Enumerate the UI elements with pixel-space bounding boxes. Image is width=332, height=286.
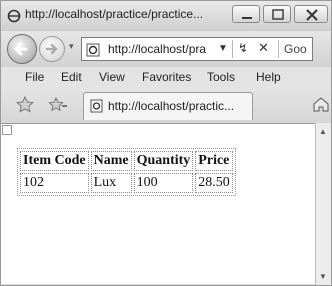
forward-button[interactable] [39,36,65,62]
title-bar: http://localhost/practice/practice... [1,1,331,31]
maximize-button[interactable] [263,5,291,23]
column-header: Name [90,151,132,171]
close-button[interactable] [294,5,328,23]
browser-window: http://localhost/practice/practice... ▾ … [0,0,332,286]
ie-page-icon [86,43,102,62]
menu-bar: File Edit View Favorites Tools Help [1,67,331,87]
menu-favorites[interactable]: Favorites [142,70,191,84]
tab-current-page[interactable]: http://localhost/practic... [83,92,253,120]
divider [278,40,279,58]
table-header-row: Item Code Name Quantity Price [20,151,233,171]
tab-title: http://localhost/practic... [108,99,235,113]
url-input[interactable]: http://localhost/pra [108,42,216,56]
page-content: Item Code Name Quantity Price 102 Lux 10… [1,123,315,284]
cell-item-code: 102 [20,173,89,193]
add-favorites-icon[interactable] [47,96,69,119]
column-header: Quantity [133,151,194,171]
scroll-up-arrow-icon[interactable]: ▲ [319,127,327,136]
menu-edit[interactable]: Edit [61,70,82,84]
window-title: http://localhost/practice/practice... [25,7,204,21]
navigation-bar: ▾ http://localhost/pra ▼ ↯ ✕ Goo [1,31,331,67]
menu-file[interactable]: File [25,70,44,84]
minimize-icon [242,17,252,19]
back-button[interactable] [7,34,37,64]
refresh-icon[interactable]: ↯ [238,41,248,55]
recent-pages-dropdown[interactable]: ▾ [69,41,74,52]
close-icon [306,9,318,21]
home-icon[interactable] [312,95,330,118]
ie-page-icon [7,9,21,23]
favorites-star-icon[interactable] [15,95,35,120]
stop-icon[interactable]: ✕ [258,40,269,56]
divider [232,40,233,58]
column-header: Item Code [20,151,89,171]
scroll-down-arrow-icon[interactable]: ▼ [319,272,327,281]
minimize-button[interactable] [232,5,260,23]
menu-tools[interactable]: Tools [207,70,235,84]
menu-help[interactable]: Help [256,70,281,84]
forward-arrow-icon [45,43,58,55]
tab-bar: http://localhost/practic... [1,87,331,123]
column-header: Price [195,151,233,171]
ie-page-icon [90,99,104,118]
search-input[interactable]: Goo [284,42,312,56]
address-bar[interactable]: http://localhost/pra ▼ ↯ ✕ Goo [81,37,313,61]
table-row: 102 Lux 100 28.50 [20,173,233,193]
page-corner-marker [2,125,12,135]
maximize-icon [272,9,284,20]
items-table: Item Code Name Quantity Price 102 Lux 10… [17,148,236,196]
address-dropdown-icon[interactable]: ▼ [218,43,228,54]
cell-quantity: 100 [133,173,194,193]
back-arrow-icon [13,42,28,56]
menu-view[interactable]: View [99,70,125,84]
cell-name: Lux [90,173,132,193]
cell-price: 28.50 [195,173,233,193]
vertical-scrollbar[interactable]: ▲ ▼ [315,123,331,285]
